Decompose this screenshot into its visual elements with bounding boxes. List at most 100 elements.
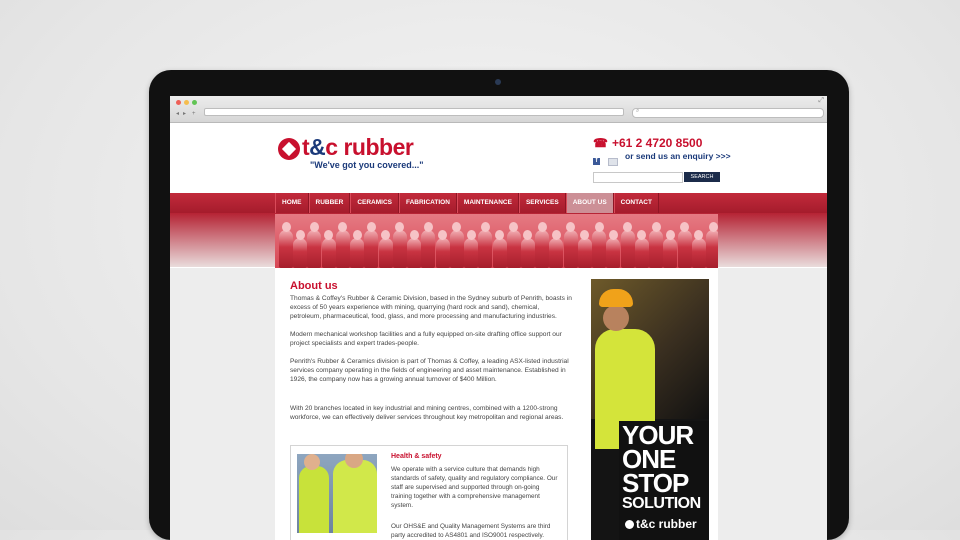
logo-text: t&c rubber xyxy=(302,134,414,160)
team-member-figure xyxy=(378,238,393,268)
team-member-head xyxy=(409,230,419,240)
team-member-figure xyxy=(606,238,621,268)
team-member-head xyxy=(352,230,362,240)
web-page: t&c rubber "We've got you covered..." ☎ +… xyxy=(170,123,827,540)
team-member-head xyxy=(366,222,376,232)
team-member-head xyxy=(608,230,618,240)
page-title: About us xyxy=(290,280,338,292)
team-photo-banner xyxy=(275,214,718,268)
team-member-figure xyxy=(335,230,350,268)
team-member-figure xyxy=(677,230,692,268)
nav-item-fabrication[interactable]: FABRICATION xyxy=(398,193,457,213)
one-stop-solution-ad[interactable]: YOUR ONE STOP SOLUTION t&c rubber xyxy=(591,279,709,540)
logo-mark-icon xyxy=(278,138,300,160)
team-member-figure xyxy=(634,238,649,268)
team-member-figure xyxy=(520,238,535,268)
phone-number[interactable]: ☎ +61 2 4720 8500 xyxy=(593,136,702,150)
team-member-figure xyxy=(592,230,607,268)
search-icon: ⌕ xyxy=(636,108,640,114)
nav-item-ceramics[interactable]: CERAMICS xyxy=(350,193,399,213)
nav-item-maintenance[interactable]: MAINTENANCE xyxy=(456,193,519,213)
about-paragraph: Modern mechanical workshop facilities an… xyxy=(290,331,562,347)
team-member-head xyxy=(281,222,291,232)
search-button[interactable]: SEARCH xyxy=(684,172,720,182)
hard-hat-icon xyxy=(599,289,633,307)
email-icon[interactable] xyxy=(608,157,618,166)
address-bar[interactable] xyxy=(204,108,624,116)
team-member-head xyxy=(423,222,433,232)
health-safety-panel: Health & safety We operate with a servic… xyxy=(290,445,568,540)
health-safety-text: Our OHS&E and Quality Management Systems… xyxy=(391,523,551,539)
team-member-figure xyxy=(364,230,379,268)
team-member-head xyxy=(295,230,305,240)
team-member-figure xyxy=(506,230,521,268)
team-member-figure xyxy=(577,238,592,268)
phone-icon: ☎ xyxy=(593,136,608,150)
team-member-figure xyxy=(307,230,322,268)
team-member-figure xyxy=(563,230,578,268)
facebook-icon[interactable]: f xyxy=(593,158,600,166)
nav-item-home[interactable]: HOME xyxy=(275,193,309,213)
team-member-head xyxy=(680,222,690,232)
team-member-figure xyxy=(492,238,507,268)
safety-workers-photo xyxy=(297,454,377,533)
team-member-figure xyxy=(620,230,635,268)
team-member-figure xyxy=(649,230,664,268)
about-paragraph: With 20 branches located in key industri… xyxy=(290,405,564,421)
forward-icon[interactable]: ▸ xyxy=(183,110,186,118)
nav-item-about-us[interactable]: ABOUT US xyxy=(565,193,614,213)
team-member-figure xyxy=(421,230,436,268)
team-member-figure xyxy=(663,238,678,268)
nav-item-services[interactable]: SERVICES xyxy=(518,193,566,213)
team-member-head xyxy=(438,230,448,240)
laptop-frame: ◂ ▸ + ⌕ ⤢ t&c rubber "We've got you cove… xyxy=(149,70,849,540)
team-member-head xyxy=(665,230,675,240)
team-member-head xyxy=(309,222,319,232)
health-safety-text: We operate with a service culture that d… xyxy=(391,466,558,509)
team-member-figure xyxy=(449,230,464,268)
main-nav: HOME RUBBER CERAMICS FABRICATION MAINTEN… xyxy=(275,193,659,213)
team-member-figure xyxy=(691,238,706,268)
team-member-figure xyxy=(435,238,450,268)
health-safety-title: Health & safety xyxy=(391,453,442,460)
ad-headline: SOLUTION xyxy=(622,495,701,512)
minimize-window-button[interactable] xyxy=(184,100,189,105)
nav-item-contact[interactable]: CONTACT xyxy=(613,193,659,213)
about-paragraph: Thomas & Coffey's Rubber & Ceramic Divis… xyxy=(290,295,572,320)
browser-search-field[interactable]: ⌕ xyxy=(632,108,824,118)
team-member-figure xyxy=(293,238,308,268)
expand-icon[interactable]: ⤢ xyxy=(818,97,824,105)
team-member-head xyxy=(537,222,547,232)
nav-item-rubber[interactable]: RUBBER xyxy=(308,193,351,213)
team-member-head xyxy=(495,230,504,240)
enquiry-link[interactable]: or send us an enquiry >>> xyxy=(625,151,731,161)
back-icon[interactable]: ◂ xyxy=(176,110,179,118)
team-member-head xyxy=(551,230,561,240)
browser-toolbar: ◂ ▸ + ⌕ ⤢ xyxy=(170,96,827,123)
webcam xyxy=(495,79,501,85)
logo-mark-icon xyxy=(625,520,634,529)
team-member-figure xyxy=(478,230,493,268)
about-paragraph: Penrith's Rubber & Ceramics division is … xyxy=(290,358,569,383)
team-member-figure xyxy=(279,230,293,268)
team-member-head xyxy=(480,222,490,232)
team-member-figure xyxy=(549,238,564,268)
team-member-figure xyxy=(321,238,336,268)
tagline: "We've got you covered..." xyxy=(310,160,424,170)
team-member-head xyxy=(594,222,604,232)
team-member-figure xyxy=(464,238,479,268)
team-member-figure xyxy=(350,238,365,268)
team-member-figure xyxy=(535,230,550,268)
browser-window: ◂ ▸ + ⌕ ⤢ t&c rubber "We've got you cove… xyxy=(170,96,827,540)
ad-logo: t&c rubber xyxy=(625,517,697,531)
team-member-head xyxy=(651,222,661,232)
social-links: f xyxy=(593,153,618,171)
team-member-head xyxy=(708,222,718,232)
maximize-window-button[interactable] xyxy=(192,100,197,105)
close-window-button[interactable] xyxy=(176,100,181,105)
site-search-input[interactable] xyxy=(593,172,683,183)
team-member-figure xyxy=(706,230,718,268)
new-tab-icon[interactable]: + xyxy=(192,110,196,118)
team-member-head xyxy=(466,230,476,240)
team-member-figure xyxy=(392,230,407,268)
